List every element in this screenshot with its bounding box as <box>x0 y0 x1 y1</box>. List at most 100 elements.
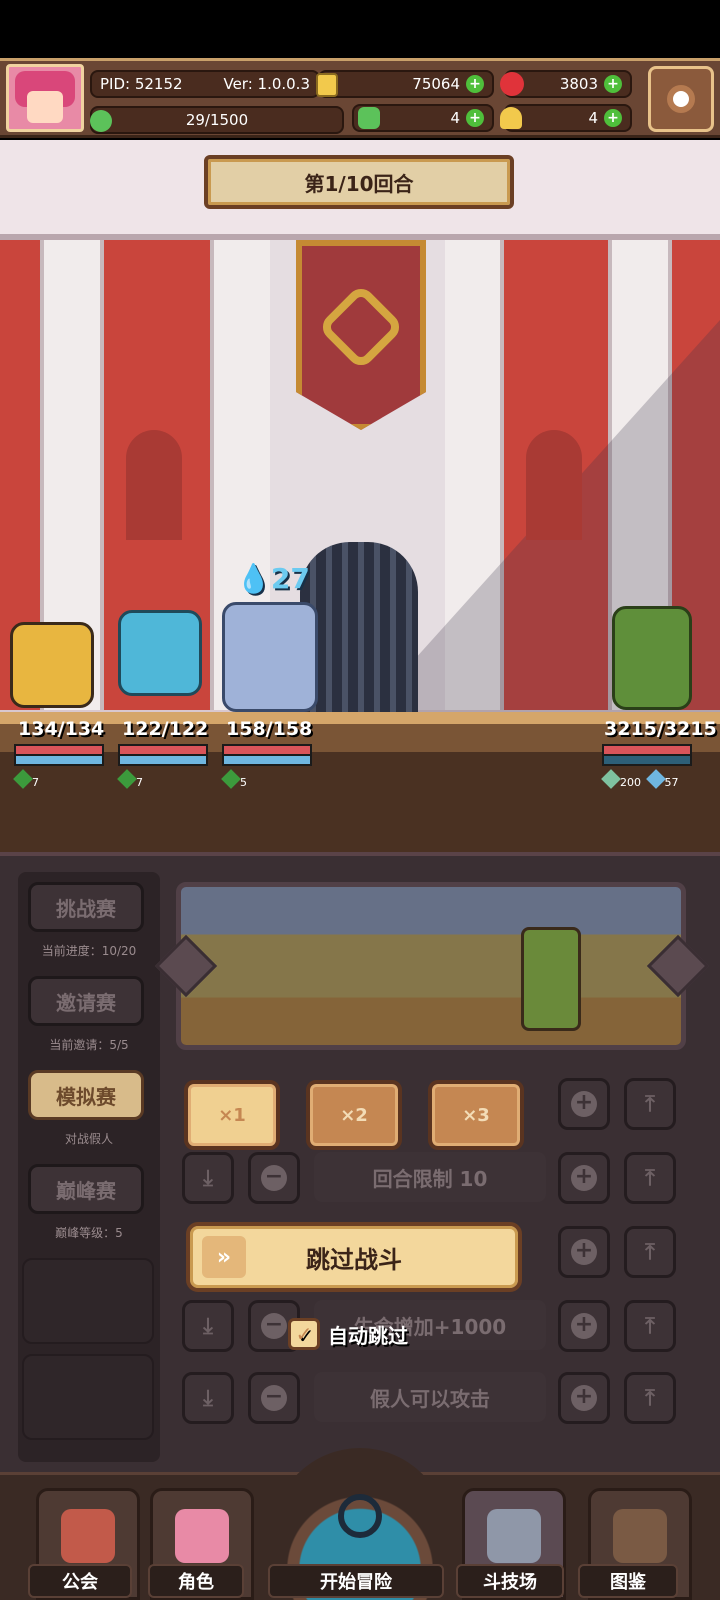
tab-peak[interactable]: 巅峰赛 <box>28 1164 144 1214</box>
crossed-swords-icon <box>487 1509 541 1563</box>
auto-skip-label: 自动跳过 <box>328 1323 408 1348</box>
gem-counter: 3803 + <box>500 70 632 98</box>
hero-witch[interactable] <box>10 622 94 708</box>
simulation-desc: 对战假人 <box>64 1132 113 1146</box>
checkmark-icon: ✓ <box>288 1318 320 1350</box>
exp-bar: 29/1500 <box>90 106 344 134</box>
challenge-progress: 当前进度：10/20 <box>41 944 137 958</box>
row3-increase-button[interactable]: + <box>558 1226 610 1278</box>
rule-increase-button[interactable]: + <box>558 1152 610 1204</box>
hero-3-hp-text: 158/158 <box>226 718 313 740</box>
clover-value: 4 <box>450 109 460 127</box>
hero-2-hp-bar <box>118 744 208 766</box>
enemy-hp-bar <box>602 744 692 766</box>
enemy-buffs: 200 57 <box>601 769 679 789</box>
round-indicator: 第1/10回合 <box>204 155 514 209</box>
nav-role-label: 角色 <box>148 1564 244 1598</box>
version-label: Ver: 1.0.0.3 <box>223 75 310 93</box>
speed-x3-button[interactable]: ×3 <box>428 1080 524 1150</box>
round-limit-value: 回合限制 10 <box>314 1152 546 1202</box>
gold-coin-icon <box>316 73 338 97</box>
nav-arena-label: 斗技场 <box>456 1564 564 1598</box>
rule-increase-max-button[interactable]: ⤒ <box>624 1152 676 1204</box>
pid-label: PID: 52152 <box>100 75 183 93</box>
hero-3-buff: 5 <box>221 769 247 789</box>
damage-popup: 💧27 <box>236 562 310 595</box>
magnifier-icon <box>338 1494 382 1538</box>
gold-value: 75064 <box>412 75 460 93</box>
key-counter: 4 + <box>500 104 632 132</box>
speed-increase-max-button[interactable]: ⤒ <box>624 1078 676 1130</box>
dummy-attack-value: 假人可以攻击 <box>314 1372 546 1422</box>
row3-increase-max-button[interactable]: ⤒ <box>624 1226 676 1278</box>
attack-decrease-max-button[interactable]: ⤓ <box>182 1372 234 1424</box>
attack-increase-button[interactable]: + <box>558 1372 610 1424</box>
enemy-hp-text: 3215/3215 <box>604 718 717 740</box>
exp-value: 29/1500 <box>185 111 249 129</box>
tab-invitation[interactable]: 邀请赛 <box>28 976 144 1026</box>
empty-mode-slot <box>22 1354 154 1440</box>
add-clover-button[interactable]: + <box>466 109 484 127</box>
arena-preview <box>176 882 686 1050</box>
hero-1-hp-text: 134/134 <box>18 718 105 740</box>
gem-value: 3803 <box>559 75 598 93</box>
speed-x2-button[interactable]: ×2 <box>306 1080 402 1150</box>
nav-adventure-label: 开始冒险 <box>268 1564 444 1598</box>
enemy-dummy[interactable] <box>612 606 692 710</box>
clover-counter: 4 + <box>352 104 494 132</box>
ruby-icon <box>500 72 524 96</box>
settings-button[interactable] <box>648 66 714 132</box>
nav-codex-label: 图鉴 <box>578 1564 678 1598</box>
auto-skip-checkbox[interactable]: ✓ 自动跳过 <box>288 1318 408 1350</box>
hero-1-buff: 7 <box>13 769 39 789</box>
hp-increase-max-button[interactable]: ⤒ <box>624 1300 676 1352</box>
player-info: PID: 52152 Ver: 1.0.0.3 <box>90 70 320 98</box>
damage-value: 27 <box>270 562 310 595</box>
rule-decrease-max-button[interactable]: ⤓ <box>182 1152 234 1204</box>
sword-buff-icon <box>221 769 241 789</box>
skip-battle-button[interactable]: » 跳过战斗 <box>186 1222 522 1292</box>
hero-mushroom[interactable] <box>118 610 202 696</box>
sword-buff-icon <box>117 769 137 789</box>
gold-counter: 75064 + <box>316 70 494 98</box>
attack-decrease-button[interactable]: − <box>248 1372 300 1424</box>
sword-niche-right <box>526 430 582 540</box>
key-value: 4 <box>588 109 598 127</box>
sword-buff-icon <box>13 769 33 789</box>
guild-hall-icon <box>61 1509 115 1563</box>
attack-increase-max-button[interactable]: ⤒ <box>624 1372 676 1424</box>
hp-decrease-max-button[interactable]: ⤓ <box>182 1300 234 1352</box>
dummy-preview <box>521 927 581 1031</box>
player-avatar[interactable] <box>6 64 84 132</box>
add-key-button[interactable]: + <box>604 109 622 127</box>
add-gold-button[interactable]: + <box>466 75 484 93</box>
castle-banner <box>296 240 426 430</box>
speed-increase-button[interactable]: + <box>558 1078 610 1130</box>
dummy-buff-icon <box>601 769 621 789</box>
tab-challenge[interactable]: 挑战赛 <box>28 882 144 932</box>
four-leaf-clover-icon <box>358 107 380 129</box>
book-icon <box>613 1509 667 1563</box>
skip-battle-label: 跳过战斗 <box>306 1245 402 1274</box>
hero-knight[interactable] <box>222 602 318 712</box>
hero-1-hp-bar <box>14 744 104 766</box>
clover-icon <box>90 110 112 132</box>
peak-level: 巅峰等级：5 <box>55 1226 123 1240</box>
hero-2-buff: 7 <box>117 769 143 789</box>
frost-buff-icon <box>645 769 666 789</box>
nav-guild-label: 公会 <box>28 1564 132 1598</box>
empty-mode-slot <box>22 1258 154 1344</box>
hp-increase-button[interactable]: + <box>558 1300 610 1352</box>
key-icon <box>500 107 522 129</box>
character-icon <box>175 1509 229 1563</box>
sword-niche-left <box>126 430 182 540</box>
invitation-count: 当前邀请：5/5 <box>49 1038 129 1052</box>
speed-x1-button[interactable]: ×1 <box>184 1080 280 1150</box>
hero-2-hp-text: 122/122 <box>122 718 209 740</box>
add-gem-button[interactable]: + <box>604 75 622 93</box>
fast-forward-icon: » <box>202 1236 246 1278</box>
rule-decrease-button[interactable]: − <box>248 1152 300 1204</box>
hero-3-hp-bar <box>222 744 312 766</box>
gear-icon <box>667 85 695 113</box>
tab-simulation[interactable]: 模拟赛 <box>28 1070 144 1120</box>
